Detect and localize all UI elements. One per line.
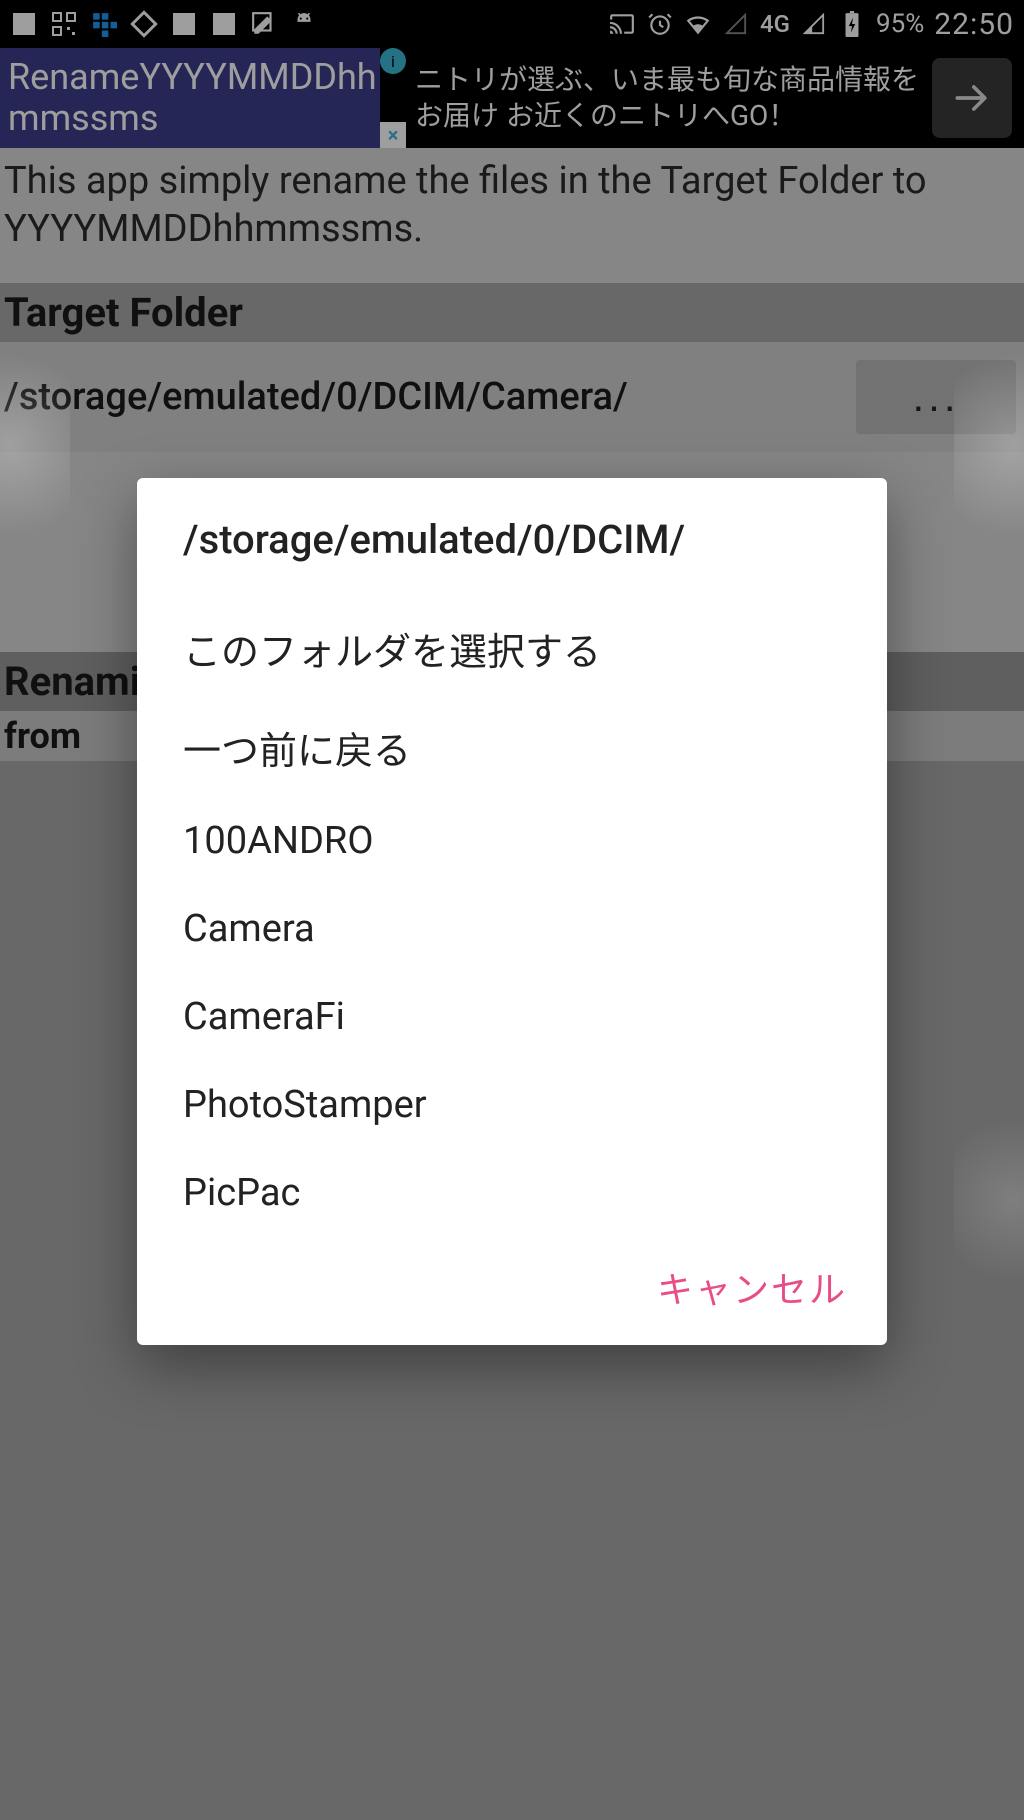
dialog-title: /storage/emulated/0/DCIM/ xyxy=(137,516,887,599)
dialog-item-folder-100andro[interactable]: 100ANDRO xyxy=(137,797,887,885)
dialog-actions: キャンセル xyxy=(137,1237,887,1325)
cancel-button[interactable]: キャンセル xyxy=(657,1261,847,1313)
screen-edge-glow-right-2 xyxy=(954,1100,1024,1300)
dialog-overlay[interactable]: /storage/emulated/0/DCIM/ このフォルダを選択する 一つ… xyxy=(0,0,1024,1820)
dialog-item-folder-picpac[interactable]: PicPac xyxy=(137,1149,887,1237)
screen-edge-glow-left xyxy=(0,330,70,560)
dialog-item-folder-camerafi[interactable]: CameraFi xyxy=(137,973,887,1061)
dialog-item-folder-camera[interactable]: Camera xyxy=(137,885,887,973)
dialog-item-select-this-folder[interactable]: このフォルダを選択する xyxy=(137,599,887,698)
dialog-item-folder-photostamper[interactable]: PhotoStamper xyxy=(137,1061,887,1149)
folder-picker-dialog: /storage/emulated/0/DCIM/ このフォルダを選択する 一つ… xyxy=(137,478,887,1345)
dialog-item-go-back[interactable]: 一つ前に戻る xyxy=(137,698,887,797)
screen-edge-glow-right xyxy=(954,330,1024,560)
